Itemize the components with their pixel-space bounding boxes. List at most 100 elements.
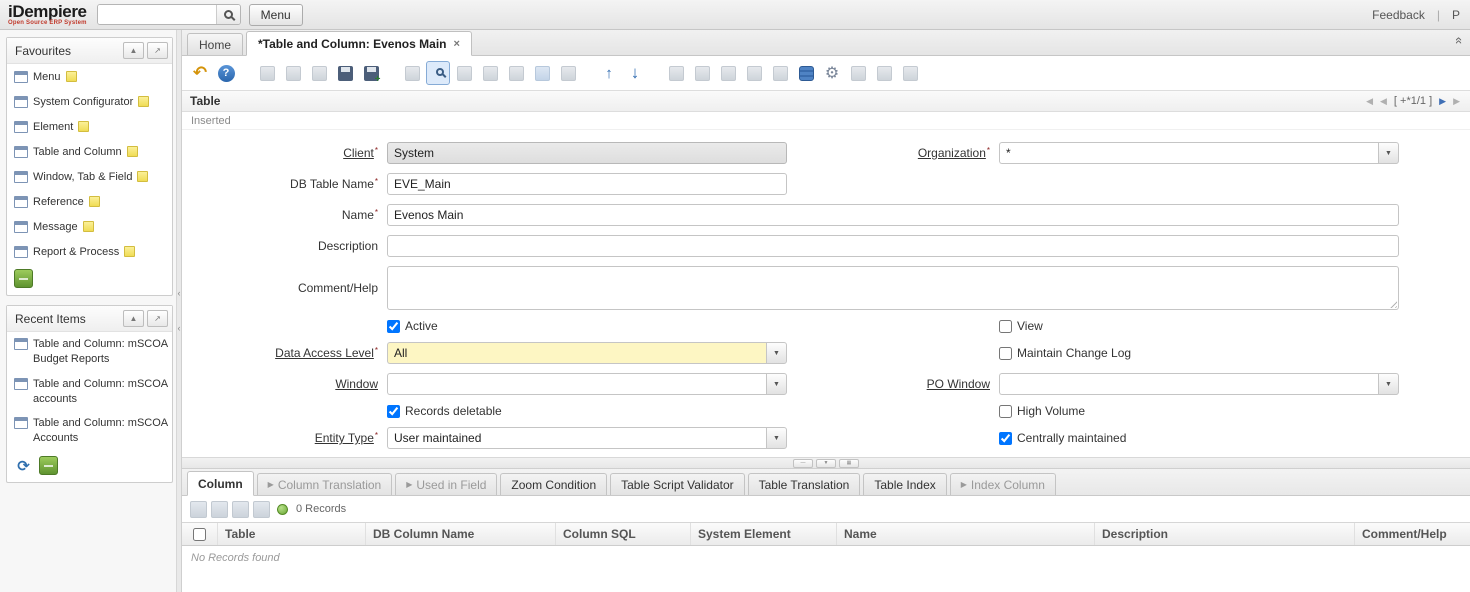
grid-edit-icon[interactable] [211,501,228,518]
organization-dropdown-icon[interactable]: ▼ [1378,142,1399,164]
entity-type-field[interactable] [387,427,766,449]
splitter-collapse-icon[interactable]: — [793,459,813,468]
centrally-maintained-checkbox[interactable] [999,432,1012,445]
detail-tab-zoom-condition[interactable]: Zoom Condition [500,473,607,495]
attachment-icon[interactable] [452,61,476,85]
column-header-table[interactable]: Table [218,523,366,545]
feedback-link[interactable]: Feedback [1372,8,1425,22]
recycle-bin-icon[interactable] [39,456,58,475]
detail-tab-table-index[interactable]: Table Index [863,473,946,495]
data-access-level-dropdown-icon[interactable]: ▼ [766,342,787,364]
detail-record-icon[interactable]: ↓ [623,61,647,85]
favourites-expand-icon[interactable]: ↗ [147,42,168,59]
entity-type-dropdown-icon[interactable]: ▼ [766,427,787,449]
column-header-name[interactable]: Name [837,523,1095,545]
sidebar-item-system-configurator[interactable]: System Configurator [7,89,172,114]
file-import-icon[interactable] [898,61,922,85]
last-record-icon[interactable]: ▶ [1453,96,1460,107]
detail-tab-table-translation[interactable]: Table Translation [748,473,861,495]
grid-save-icon[interactable] [253,501,270,518]
ignore-changes-icon[interactable]: ↶ [188,61,212,85]
save-create-icon[interactable] [359,61,383,85]
sidebar-item-message[interactable]: Message [7,214,172,239]
search-input[interactable] [98,5,216,24]
recent-expand-icon[interactable]: ↗ [147,310,168,327]
new-record-icon[interactable] [255,61,279,85]
grid-new-icon[interactable] [190,501,207,518]
sidebar-item-element[interactable]: Element [7,114,172,139]
sidebar-item-window-tab-field[interactable]: Window, Tab & Field [7,164,172,189]
print-icon[interactable] [716,61,740,85]
menu-button[interactable]: Menu [249,4,303,26]
print-preview-icon[interactable] [742,61,766,85]
detail-tab-table-script-validator[interactable]: Table Script Validator [610,473,745,495]
recent-item[interactable]: Table and Column: mSCOA Accounts [7,411,172,451]
help-icon[interactable]: ? [214,61,238,85]
description-field[interactable] [387,235,1399,257]
grid-delete-icon[interactable] [232,501,249,518]
parent-record-icon[interactable]: ↑ [597,61,621,85]
active-checkbox[interactable] [387,320,400,333]
db-table-name-field[interactable] [387,173,787,195]
workflow-icon[interactable] [794,61,818,85]
sidebar-item-table-and-column[interactable]: Table and Column [7,139,172,164]
recent-item[interactable]: Table and Column: mSCOA Budget Reports [7,332,172,372]
column-header-column-sql[interactable]: Column SQL [556,523,691,545]
label-icon[interactable] [504,61,528,85]
tab-table-and-column[interactable]: *Table and Column: Evenos Main × [246,31,472,56]
requery-icon[interactable] [400,61,424,85]
column-header-system-element[interactable]: System Element [691,523,837,545]
recycle-bin-icon[interactable] [14,269,33,288]
client-field[interactable] [387,142,787,164]
history-icon[interactable] [556,61,580,85]
comment-help-field[interactable] [387,266,1399,310]
po-window-dropdown-icon[interactable]: ▼ [1378,373,1399,395]
previous-record-icon[interactable]: ◀ [1380,96,1387,107]
data-access-level-field[interactable] [387,342,766,364]
sidebar-item-reference[interactable]: Reference [7,189,172,214]
recent-minimize-icon[interactable]: ▲ [123,310,144,327]
close-tab-icon[interactable]: × [453,38,459,50]
find-icon[interactable] [426,61,450,85]
favourites-panel: Favourites ▲ ↗ Menu System Configurator … [6,37,173,296]
process-icon[interactable]: ⚙ [820,61,844,85]
window-field[interactable] [387,373,766,395]
copy-record-icon[interactable] [281,61,305,85]
recent-item[interactable]: Table and Column: mSCOA accounts [7,372,172,412]
splitter-grid-icon[interactable]: ▦ [839,459,859,468]
form-detail-splitter[interactable]: — ▼ ▦ [182,457,1470,469]
records-deletable-checkbox[interactable] [387,405,400,418]
report-icon[interactable] [664,61,688,85]
po-window-field[interactable] [999,373,1378,395]
collapse-tabbar-icon[interactable]: « [1452,37,1467,44]
csv-import-icon[interactable] [872,61,896,85]
detail-tab-column[interactable]: Column [187,471,254,496]
sidebar-item-menu[interactable]: Menu [7,64,172,89]
sidebar-item-report-process[interactable]: Report & Process [7,239,172,264]
save-icon[interactable] [333,61,357,85]
preferences-link[interactable]: P [1452,8,1460,22]
select-all-checkbox[interactable] [193,528,206,541]
window-dropdown-icon[interactable]: ▼ [766,373,787,395]
splitter-expand-icon[interactable]: ▼ [816,459,836,468]
high-volume-checkbox[interactable] [999,405,1012,418]
delete-record-icon[interactable] [307,61,331,85]
organization-field[interactable] [999,142,1378,164]
favourites-minimize-icon[interactable]: ▲ [123,42,144,59]
column-header-description[interactable]: Description [1095,523,1355,545]
archive-icon[interactable] [690,61,714,85]
tab-home[interactable]: Home [187,33,243,55]
view-checkbox[interactable] [999,320,1012,333]
first-record-icon[interactable]: ◀ [1366,96,1373,107]
search-button[interactable] [216,5,240,24]
column-header-comment-help[interactable]: Comment/Help [1355,523,1470,545]
refresh-icon[interactable]: ⟳ [14,456,33,475]
name-field[interactable] [387,204,1399,226]
chat-icon[interactable] [478,61,502,85]
maintain-change-log-checkbox[interactable] [999,347,1012,360]
grid-toggle-icon[interactable] [530,61,554,85]
export-icon[interactable] [768,61,792,85]
column-header-db-column-name[interactable]: DB Column Name [366,523,556,545]
product-info-icon[interactable] [846,61,870,85]
next-record-icon[interactable]: ▶ [1439,96,1446,107]
